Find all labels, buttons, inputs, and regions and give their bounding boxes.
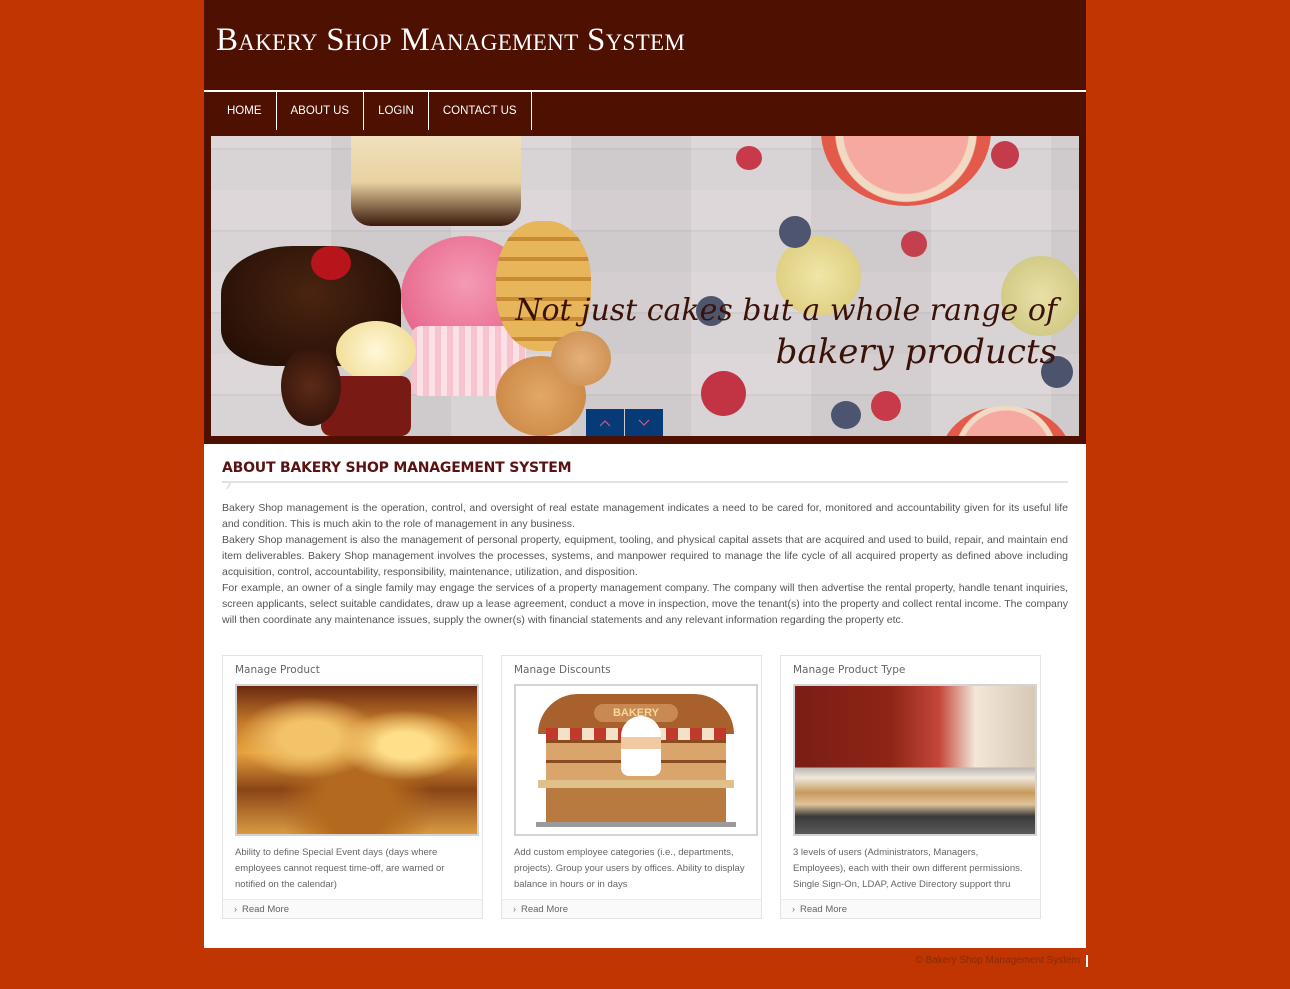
slider-controls (586, 409, 664, 436)
nav-contact-us[interactable]: CONTACT US (429, 92, 532, 130)
card-manage-discounts: Manage Discounts BAKERY Add custom emplo… (501, 655, 762, 919)
card-title[interactable]: Manage Discounts (514, 664, 611, 676)
hero-slider: Not just cakes but a whole range of bake… (211, 136, 1079, 436)
about-paragraph: Bakery Shop management is also the manag… (222, 534, 1068, 578)
site-title: Bakery Shop Management System (216, 22, 686, 58)
blueberry-illustration (831, 401, 861, 429)
chevron-right-icon: › (234, 904, 237, 914)
stall-counter (538, 780, 734, 788)
baker-figure (621, 716, 661, 776)
bakery-counter-image (795, 686, 1035, 834)
nav-about-us[interactable]: ABOUT US (277, 92, 365, 130)
footer-divider (1086, 955, 1088, 967)
chevron-right-icon: › (513, 904, 516, 914)
slider-next-button[interactable] (625, 409, 663, 436)
banner-caption: Not just cakes but a whole range of bake… (515, 291, 1057, 374)
raspberry-illustration (991, 141, 1019, 169)
blueberry-illustration (779, 216, 811, 248)
chevron-down-icon (638, 419, 650, 426)
read-more-label: Read More (242, 903, 289, 915)
card-title[interactable]: Manage Product (235, 664, 320, 676)
main-nav: HOME ABOUT US LOGIN CONTACT US (204, 92, 1086, 136)
banner-container: Not just cakes but a whole range of bake… (204, 136, 1086, 444)
card-description: Ability to define Special Event days (da… (235, 847, 445, 890)
copyright-text: © Bakery Shop Management System (915, 955, 1080, 966)
bakery-shelves-image (237, 686, 477, 834)
stall-base (536, 822, 736, 827)
about-text: Bakery Shop management is the operation,… (222, 500, 1068, 628)
card-image-bakery-stall: BAKERY (514, 684, 758, 836)
banner-caption-line-1: Not just cakes but a whole range of (515, 293, 1057, 328)
bakery-stall-illustration: BAKERY (516, 686, 756, 834)
main-content: ABOUT BAKERY SHOP MANAGEMENT SYSTEM Bake… (204, 444, 1086, 948)
about-section-title: ABOUT BAKERY SHOP MANAGEMENT SYSTEM (222, 460, 572, 476)
raspberry-illustration (901, 231, 927, 257)
nav-login[interactable]: LOGIN (364, 92, 429, 130)
card-manage-product: Manage Product Ability to define Special… (222, 655, 483, 919)
read-more-link[interactable]: › Read More (781, 899, 1040, 918)
page-container: Bakery Shop Management System HOME ABOUT… (204, 0, 1086, 948)
divider-notch (225, 482, 238, 489)
section-divider (222, 481, 1068, 489)
stall-display (546, 788, 726, 822)
read-more-label: Read More (800, 903, 847, 915)
card-description: Add custom employee categories (i.e., de… (514, 847, 745, 890)
chevron-up-icon (599, 419, 611, 426)
strawberry-illustration (311, 246, 351, 280)
grapefruit-illustration (821, 136, 991, 206)
about-paragraph: Bakery Shop management is the operation,… (222, 502, 1068, 530)
about-paragraph: For example, an owner of a single family… (222, 582, 1068, 626)
site-footer: © Bakery Shop Management System (204, 948, 1088, 989)
card-description: 3 levels of users (Administrators, Manag… (793, 847, 1023, 890)
raspberry-illustration (871, 391, 901, 421)
read-more-link[interactable]: › Read More (223, 899, 482, 918)
cupcake-cream-illustration (336, 321, 416, 381)
slider-prev-button[interactable] (586, 409, 624, 436)
card-image-bakery-counter (793, 684, 1037, 836)
card-manage-product-type: Manage Product Type 3 levels of users (A… (780, 655, 1041, 919)
banner-caption-line-2: bakery products (775, 332, 1057, 372)
raspberry-illustration (701, 371, 746, 416)
nav-home[interactable]: HOME (214, 92, 277, 130)
site-header: Bakery Shop Management System (204, 0, 1086, 90)
grapefruit-illustration (941, 406, 1071, 436)
feature-cards: Manage Product Ability to define Special… (222, 655, 1068, 919)
card-title[interactable]: Manage Product Type (793, 664, 905, 676)
read-more-link[interactable]: › Read More (502, 899, 761, 918)
chevron-right-icon: › (792, 904, 795, 914)
card-image-bakery-shelves (235, 684, 479, 836)
cake-illustration (351, 136, 521, 226)
read-more-label: Read More (521, 903, 568, 915)
raspberry-illustration (736, 146, 762, 170)
cupcake-chocolate-illustration (281, 346, 341, 426)
